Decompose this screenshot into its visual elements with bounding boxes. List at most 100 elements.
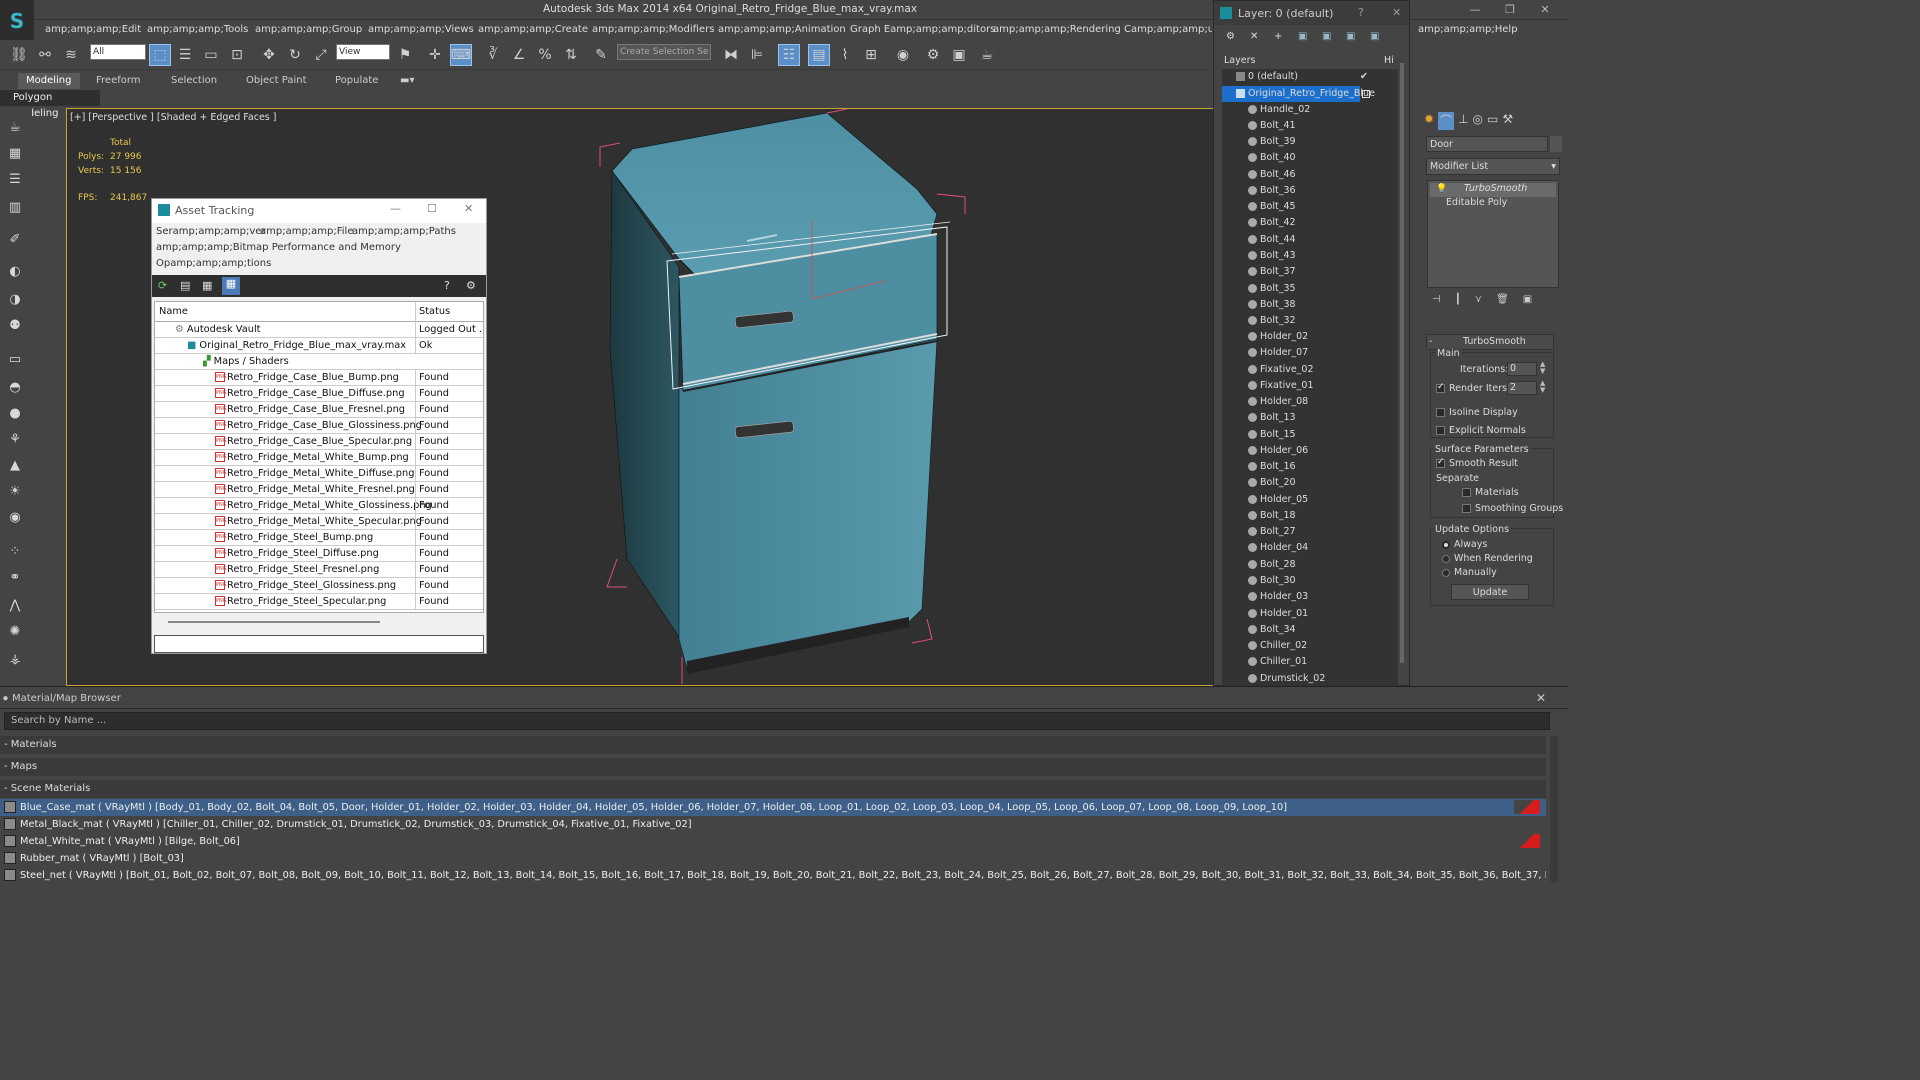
camera-icon[interactable]: ◐ (4, 260, 26, 282)
create-tab-icon[interactable]: ✹ (1424, 112, 1434, 130)
table-row[interactable]: PNGRetro_Fridge_Steel_Diffuse.png Found (155, 546, 483, 562)
utilities-tab-icon[interactable]: ⚒ (1502, 112, 1513, 130)
table-row[interactable]: ■ Original_Retro_Fridge_Blue_max_vray.ma… (155, 338, 483, 354)
curve-editor-icon[interactable]: ⌇ (834, 44, 856, 66)
ball-icon[interactable]: ◉ (4, 506, 26, 528)
close-icon[interactable]: ✕ (1392, 6, 1401, 19)
spinner-arrows-icon[interactable]: ▲ ▼ (1540, 380, 1545, 394)
motion-tab-icon[interactable]: ◎ (1473, 112, 1483, 130)
bind-space-warp-icon[interactable]: ≋ (60, 44, 82, 66)
layer-object[interactable]: Bolt_38 (1222, 297, 1398, 313)
make-unique-icon[interactable]: ⋎ (1475, 294, 1482, 310)
ribbon-toggle-icon[interactable]: ▤ (808, 44, 830, 66)
table-row[interactable]: PNGRetro_Fridge_Case_Blue_Fresnel.png Fou… (155, 402, 483, 418)
box-icon[interactable]: ▭ (4, 348, 26, 370)
collapse-handle-icon[interactable]: ⦁ (3, 693, 8, 704)
menu-help[interactable]: amp;amp;amp;Help (1418, 24, 1518, 35)
help-icon[interactable]: ? (1358, 6, 1364, 19)
help-icon[interactable]: ? (444, 279, 450, 292)
select-object-icon[interactable]: ⬚ (149, 44, 171, 66)
section-scene-materials[interactable]: - Scene Materials (0, 780, 1546, 798)
globe-icon[interactable]: ✺ (4, 620, 26, 642)
polygon-modeling-label[interactable]: Polygon Modeling (0, 90, 100, 119)
table-row[interactable]: PNGRetro_Fridge_Metal_White_Glossiness.p… (155, 498, 483, 514)
layer-object[interactable]: Handle_02 (1222, 102, 1398, 118)
ribbon-options-icon[interactable]: ▬▾ (400, 75, 414, 86)
material-row[interactable]: Rubber_mat ( VRayMtl ) [Bolt_03] (0, 850, 1546, 867)
layer-explorer-titlebar[interactable]: Layer: 0 (default) ? ✕ (1214, 1, 1409, 25)
menu-modifiers[interactable]: amp;amp;amp;Modifiers (592, 24, 714, 35)
grid-icon[interactable]: ▥ (4, 196, 26, 218)
layer-object[interactable]: Bolt_16 (1222, 459, 1398, 475)
select-by-name-icon[interactable]: ☰ (174, 44, 196, 66)
layer-object[interactable]: Bolt_36 (1222, 183, 1398, 199)
modifier-list-dropdown[interactable]: Modifier List ▾ (1426, 158, 1560, 175)
table-row[interactable]: PNGRetro_Fridge_Metal_White_Diffuse.png F… (155, 466, 483, 482)
section-maps[interactable]: - Maps (0, 758, 1546, 776)
layer-object[interactable]: Holder_01 (1222, 606, 1398, 622)
pivot-icon[interactable]: ⚑ (394, 44, 416, 66)
material-row[interactable]: Metal_White_mat ( VRayMtl ) [Bilge, Bolt… (0, 833, 1546, 850)
layer-object[interactable]: Bolt_44 (1222, 232, 1398, 248)
layer-object[interactable]: Fixative_01 (1222, 378, 1398, 394)
material-editor-icon[interactable]: ◉ (892, 44, 914, 66)
mirror-icon[interactable]: ⧓ (720, 44, 742, 66)
app-logo[interactable]: S (0, 0, 34, 42)
spinner-arrows-icon[interactable]: ▲ ▼ (1540, 361, 1545, 375)
table-row[interactable]: PNGRetro_Fridge_Case_Blue_Glossiness.png… (155, 418, 483, 434)
layer-item[interactable]: 0 (default) ✔ (1222, 69, 1398, 85)
asset-path-input[interactable] (154, 635, 484, 653)
menu-graph-editors[interactable]: Graph Eamp;amp;amp;ditors (850, 24, 995, 35)
layer-object[interactable]: Bolt_41 (1222, 118, 1398, 134)
sphere-icon[interactable]: ● (4, 402, 26, 424)
close-icon[interactable]: ✕ (1536, 691, 1546, 705)
layer-object[interactable]: Holder_03 (1222, 589, 1398, 605)
edit-named-selection-icon[interactable]: ✎ (590, 44, 612, 66)
select-layer-icon[interactable]: ▣ (1322, 31, 1331, 42)
render-icon[interactable]: ☕ (976, 44, 998, 66)
render-iters-spinner[interactable]: 2 (1507, 381, 1537, 395)
layer-scrollbar[interactable] (1400, 63, 1404, 663)
restore-icon[interactable]: ❐ (1495, 2, 1525, 18)
material-browser-titlebar[interactable]: ⦁ Material/Map Browser ✕ (0, 689, 1568, 709)
menu-animation[interactable]: amp;amp;amp;Animation (718, 24, 846, 35)
modify-tab-icon[interactable]: ⌒ (1438, 112, 1455, 130)
at-menu-file[interactable]: amp;amp;amp;File (260, 226, 354, 237)
layer-object[interactable]: Fixative_02 (1222, 362, 1398, 378)
list-icon[interactable]: ☰ (4, 168, 26, 190)
new-layer-icon[interactable]: + (1274, 31, 1282, 42)
refresh-icon[interactable]: ⟳ (158, 279, 167, 292)
table-row[interactable]: PNGRetro_Fridge_Metal_White_Specular.png… (155, 514, 483, 530)
teapot-icon[interactable]: ☕ (4, 116, 26, 138)
close-icon[interactable]: ✕ (464, 202, 473, 215)
layer-object[interactable]: Bolt_35 (1222, 281, 1398, 297)
layer-object[interactable]: Bolt_40 (1222, 150, 1398, 166)
ref-coord-dropdown[interactable]: View (336, 44, 390, 60)
column-status-header[interactable]: Status (415, 302, 483, 322)
layer-object[interactable]: Chiller_01 (1222, 654, 1398, 670)
rendered-frame-icon[interactable]: ▣ (948, 44, 970, 66)
named-selection-input[interactable]: Create Selection Se (617, 44, 711, 60)
menu-views[interactable]: amp;amp;amp;Views (368, 24, 474, 35)
tripod-icon[interactable]: ⋀ (4, 594, 26, 616)
menu-edit[interactable]: amp;amp;amp;Edit (45, 24, 141, 35)
layer-object[interactable]: Bolt_13 (1222, 410, 1398, 426)
always-radio[interactable] (1442, 540, 1450, 549)
configure-sets-icon[interactable]: ▣ (1523, 294, 1532, 310)
table-row[interactable]: ▞ Maps / Shaders (155, 354, 483, 370)
table-row[interactable]: PNGRetro_Fridge_Case_Blue_Diffuse.png Fou… (155, 386, 483, 402)
link-icon[interactable]: ⛓ (8, 44, 30, 66)
layer-object[interactable]: Bolt_28 (1222, 557, 1398, 573)
when-rendering-radio[interactable] (1442, 554, 1450, 563)
sun-icon[interactable]: ☀ (4, 480, 26, 502)
layer-manager-icon[interactable]: ☷ (778, 44, 800, 66)
hide-layer-icon[interactable]: ▣ (1370, 31, 1379, 42)
layer-object[interactable]: Holder_07 (1222, 345, 1398, 361)
table-row[interactable]: PNGRetro_Fridge_Steel_Specular.png Found (155, 594, 483, 610)
smoothing-groups-checkbox[interactable] (1462, 504, 1471, 513)
explicit-normals-checkbox[interactable] (1436, 426, 1445, 435)
stack-editable-poly[interactable]: Editable Poly (1430, 197, 1556, 211)
rect-region-icon[interactable]: ▭ (200, 44, 222, 66)
at-menu-paths[interactable]: amp;amp;amp;Paths (352, 226, 456, 237)
menu-group[interactable]: amp;amp;amp;Group (255, 24, 362, 35)
